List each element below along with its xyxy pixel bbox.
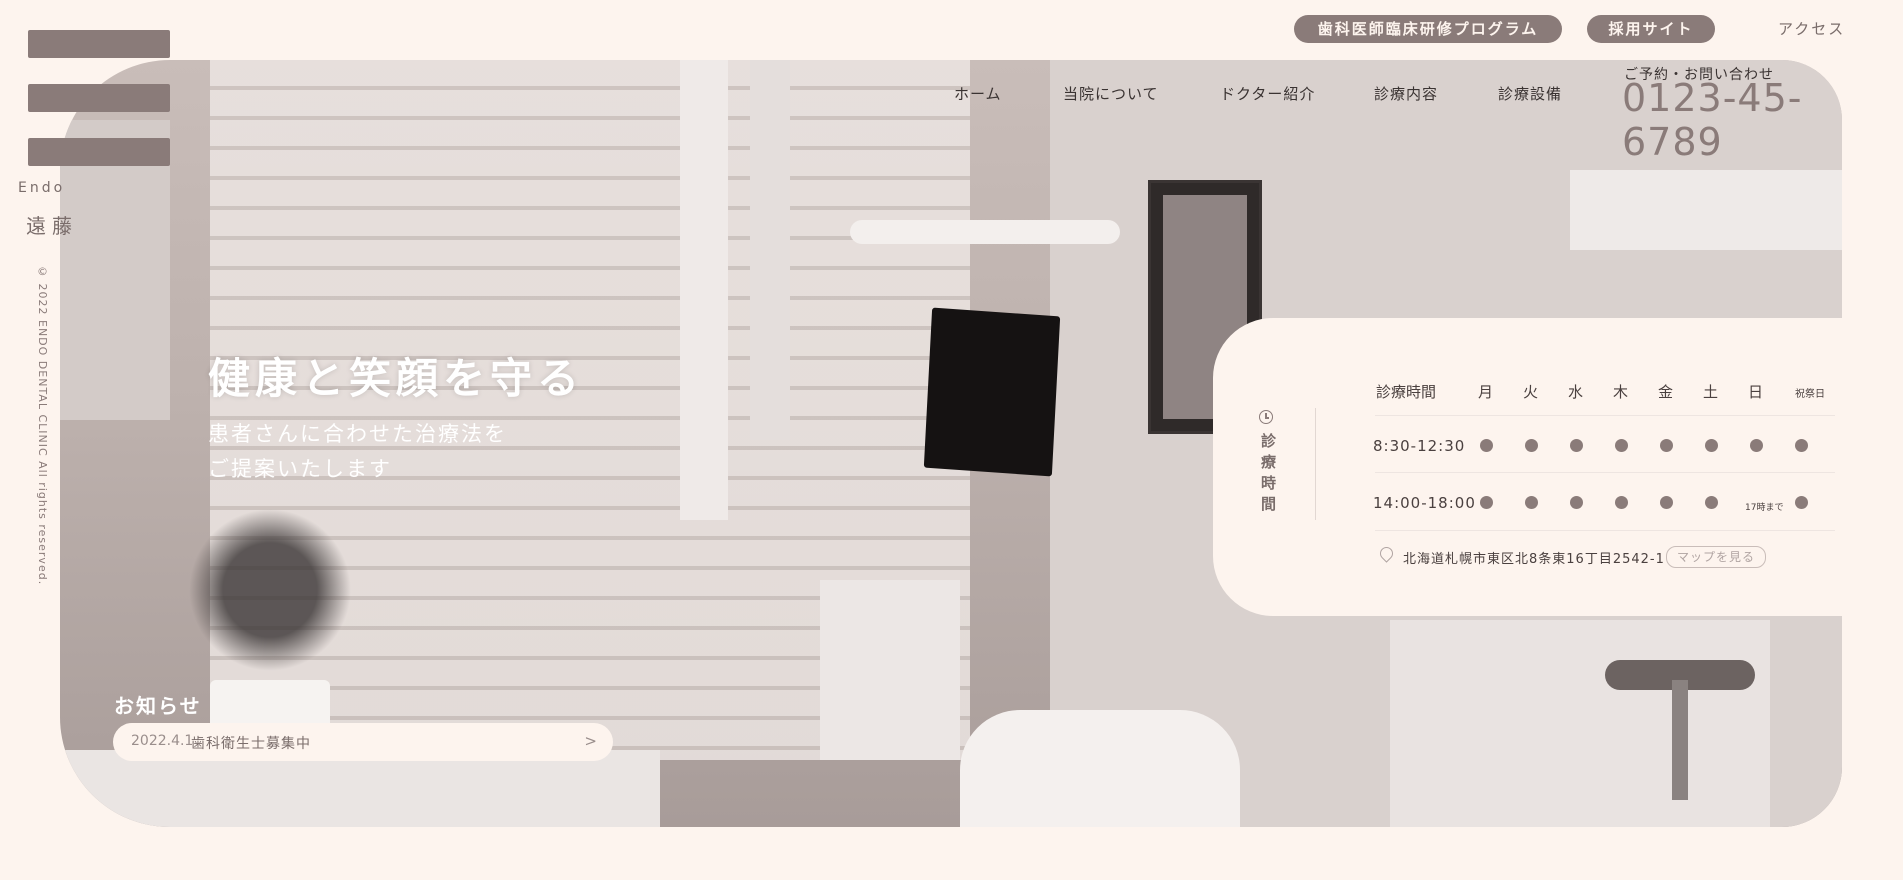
divider	[1315, 408, 1316, 520]
open-dot	[1615, 439, 1628, 452]
afternoon-hours: 14:00-18:00	[1373, 494, 1476, 512]
lamp-arm	[850, 220, 1120, 244]
xray-arm-secondary	[750, 60, 790, 440]
xray-arm	[680, 60, 728, 520]
clock-icon	[1259, 410, 1273, 424]
open-dot	[1570, 496, 1583, 509]
open-dot	[1705, 496, 1718, 509]
day-sat: 土	[1703, 383, 1719, 401]
open-dot	[1525, 439, 1538, 452]
open-dot	[1795, 439, 1808, 452]
news-title: 歯科衛生士募集中	[191, 736, 311, 752]
drawer-unit	[820, 580, 960, 760]
day-thu: 木	[1613, 383, 1629, 401]
nav-treatment[interactable]: 診療内容	[1374, 83, 1438, 104]
copyright-text: © 2022 ENDO DENTAL CLINIC All rights res…	[36, 265, 49, 586]
open-dot	[1660, 496, 1673, 509]
phone-number[interactable]: 0123-45-6789	[1622, 76, 1903, 164]
table-divider	[1375, 472, 1835, 473]
table-divider	[1375, 530, 1835, 531]
logo-text-jp: 遠藤	[26, 214, 78, 238]
logo-mark-bar-3	[28, 138, 170, 166]
hours-header-label: 診療時間	[1376, 383, 1437, 401]
nav-doctor[interactable]: ドクター紹介	[1220, 83, 1315, 104]
hours-vertical-label: 診療時間	[1259, 433, 1277, 517]
access-link[interactable]: アクセス	[1778, 18, 1845, 39]
chevron-right-icon: >	[584, 732, 597, 750]
nav-home[interactable]: ホーム	[954, 83, 1002, 104]
logo-text-en: Endo	[18, 180, 66, 196]
day-mon: 月	[1478, 383, 1494, 401]
recruit-site-button[interactable]: 採用サイト	[1587, 15, 1715, 43]
wall-cabinet	[1570, 170, 1842, 250]
day-fri: 金	[1658, 383, 1674, 401]
morning-hours: 8:30-12:30	[1373, 437, 1466, 455]
open-dot	[1480, 439, 1493, 452]
open-dot	[1660, 439, 1673, 452]
monitor-screen	[923, 307, 1061, 477]
day-holiday: 祝祭日	[1795, 389, 1825, 400]
open-dot	[1750, 439, 1763, 452]
open-dot	[1480, 496, 1493, 509]
clinic-address: 北海道札幌市東区北8条東16丁目2542-1	[1403, 552, 1665, 567]
news-date: 2022.4.1	[131, 733, 194, 749]
nav-about[interactable]: 当院について	[1063, 83, 1159, 104]
map-pin-icon	[1377, 544, 1396, 563]
open-dot	[1570, 439, 1583, 452]
stool-post	[1672, 680, 1688, 800]
training-program-button[interactable]: 歯科医師臨床研修プログラム	[1294, 15, 1562, 43]
hero-subtitle-line-1: 患者さんに合わせた治療法を	[208, 422, 507, 446]
counter-right	[1390, 620, 1770, 827]
open-dot	[1615, 496, 1628, 509]
open-dot	[1705, 439, 1718, 452]
table-divider	[1375, 415, 1835, 416]
bonsai-plant	[180, 490, 360, 690]
day-sun: 日	[1748, 383, 1764, 401]
desk-surface	[60, 750, 660, 827]
open-dot	[1525, 496, 1538, 509]
hours-panel: 診療時間 診療時間 月 火 水 木 金 土 日 祝祭日 8:30-12:30 1…	[1213, 318, 1843, 616]
sunday-note: 17時まで	[1745, 503, 1784, 513]
news-heading: お知らせ	[114, 694, 202, 718]
view-map-button[interactable]: マップを見る	[1666, 546, 1766, 568]
hero-subtitle-line-2: ご提案いたします	[208, 457, 392, 481]
dental-chair	[960, 710, 1240, 827]
nav-equipment[interactable]: 診療設備	[1498, 83, 1562, 104]
news-item[interactable]: 2022.4.1 歯科衛生士募集中 >	[113, 723, 613, 761]
logo-mark-bar-2	[28, 84, 170, 112]
day-wed: 水	[1568, 383, 1584, 401]
day-tue: 火	[1523, 383, 1539, 401]
logo-mark-bar-1	[28, 30, 170, 58]
hero-title: 健康と笑顔を守る	[208, 354, 585, 403]
open-dot	[1795, 496, 1808, 509]
